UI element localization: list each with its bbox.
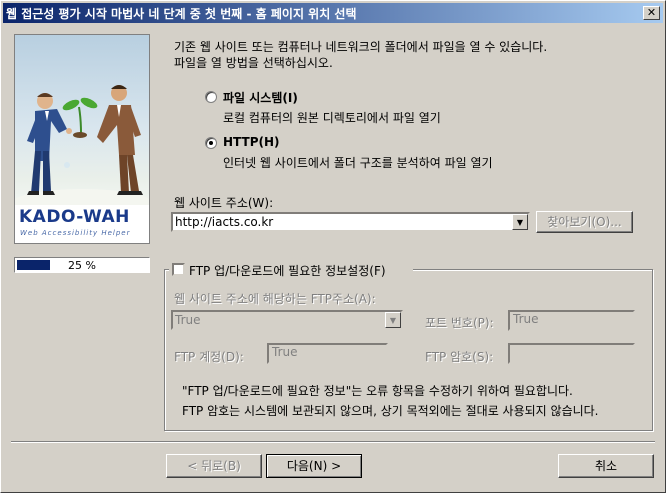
account-value: True: [272, 345, 298, 359]
option-file-system-label[interactable]: 파일 시스템(I): [223, 89, 298, 106]
password-label: FTP 암호(S):: [425, 350, 494, 364]
intro-line-2: 파일을 열 방법을 선택하십시오.: [174, 56, 333, 70]
logo-area: KADO-WAH Web Accessibility Helper: [15, 205, 149, 243]
handshake-illustration: [15, 85, 149, 205]
next-button[interactable]: 다음(N) >: [266, 454, 362, 478]
ftp-note-1: "FTP 업/다운로드에 필요한 정보"는 오류 항목을 수정하기 위하여 필요…: [182, 384, 573, 398]
ftp-address-value: True: [175, 313, 201, 327]
close-button[interactable]: ✕: [643, 6, 660, 20]
address-label: 웹 사이트 주소(W):: [174, 196, 274, 210]
ftp-address-label: 웹 사이트 주소에 해당하는 FTP주소(A):: [174, 292, 376, 306]
intro-line-1: 기존 웹 사이트 또는 컴퓨터나 네트워크의 폴더에서 파일을 열 수 있습니다…: [174, 40, 548, 54]
logo: KADO-WAH: [19, 207, 130, 227]
browse-button[interactable]: 찾아보기(O)...: [536, 211, 633, 233]
wizard-window: 웹 접근성 평가 시작 마법사 네 단계 중 첫 번째 - 홈 페이지 위치 선…: [0, 0, 666, 493]
title-bar[interactable]: 웹 접근성 평가 시작 마법사 네 단계 중 첫 번째 - 홈 페이지 위치 선…: [3, 3, 663, 23]
address-combo[interactable]: http://iacts.co.kr ▼: [171, 212, 530, 232]
separator: [11, 441, 655, 443]
account-field[interactable]: True: [267, 343, 388, 364]
chevron-down-icon[interactable]: ▼: [385, 312, 401, 328]
progress-bar: 25 %: [14, 257, 150, 273]
option-http-desc: 인터넷 웹 사이트에서 폴더 구조를 분석하여 파일 열기: [223, 156, 493, 170]
logo-subtitle: Web Accessibility Helper: [20, 229, 131, 237]
back-button[interactable]: < 뒤로(B): [166, 454, 262, 478]
address-value: http://iacts.co.kr: [175, 215, 274, 229]
port-field[interactable]: True: [508, 310, 635, 331]
port-value: True: [513, 312, 539, 326]
ftp-address-combo[interactable]: True ▼: [171, 310, 403, 330]
window-title: 웹 접근성 평가 시작 마법사 네 단계 중 첫 번째 - 홈 페이지 위치 선…: [6, 7, 357, 21]
ftp-note-2: FTP 암호는 시스템에 보관되지 않으며, 상기 목적외에는 절대로 사용되지…: [182, 404, 599, 418]
progress-text: 25 %: [68, 259, 96, 272]
ftp-group-label[interactable]: FTP 업/다운로드에 필요한 정보설정(F): [189, 262, 386, 279]
option-http-label[interactable]: HTTP(H): [223, 135, 280, 149]
wizard-illustration: KADO-WAH Web Accessibility Helper: [14, 34, 150, 244]
ftp-settings-checkbox[interactable]: [172, 263, 185, 276]
close-icon: ✕: [646, 6, 657, 19]
radio-file-system[interactable]: [205, 91, 217, 103]
chevron-down-icon[interactable]: ▼: [512, 214, 528, 230]
cancel-button[interactable]: 취소: [558, 454, 654, 478]
port-label: 포트 번호(P):: [425, 316, 494, 330]
account-label: FTP 계정(D):: [174, 350, 244, 364]
option-file-system-desc: 로컬 컴퓨터의 원본 디렉토리에서 파일 열기: [223, 111, 441, 125]
password-field[interactable]: [508, 343, 635, 364]
radio-http[interactable]: [205, 137, 217, 149]
